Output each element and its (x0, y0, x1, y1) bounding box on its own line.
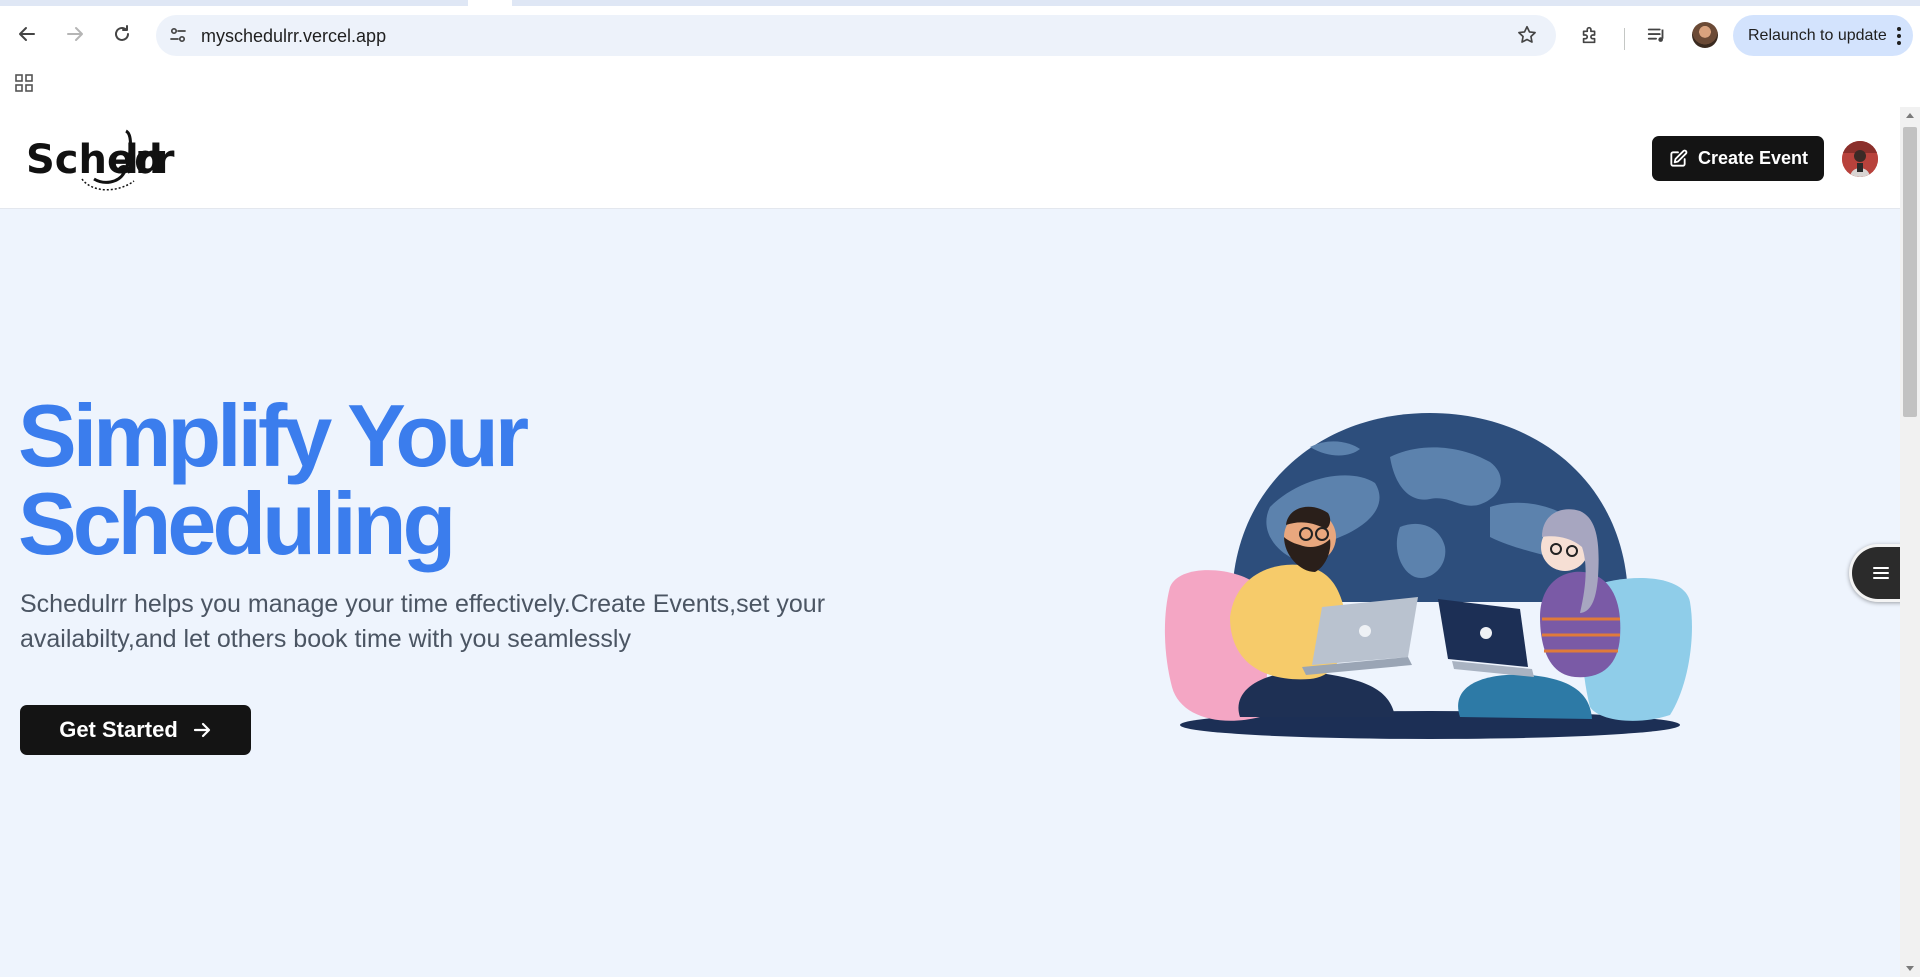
media-control-icon[interactable] (1645, 23, 1669, 47)
get-started-button[interactable]: Get Started (20, 705, 251, 755)
apps-grid-icon[interactable] (14, 73, 34, 93)
url-text[interactable]: myschedulrr.vercel.app (201, 26, 386, 47)
page-scrollbar[interactable] (1900, 107, 1920, 977)
page-viewport: Sched rr l Create Event Simplify Your Sc… (0, 107, 1900, 977)
svg-text:l: l (125, 137, 139, 183)
scroll-down-arrow-icon[interactable] (1906, 966, 1914, 971)
user-avatar[interactable] (1842, 141, 1878, 177)
address-bar[interactable]: myschedulrr.vercel.app (156, 15, 1556, 56)
arrow-right-icon (193, 722, 210, 738)
site-info-icon[interactable] (166, 23, 190, 47)
bookmarks-bar (0, 65, 1920, 107)
get-started-label: Get Started (59, 717, 178, 742)
create-event-label: Create Event (1697, 148, 1809, 168)
forward-arrow-icon[interactable] (62, 21, 88, 47)
reload-icon[interactable] (109, 21, 135, 47)
extensions-icon[interactable] (1578, 23, 1602, 47)
relaunch-label: Relaunch to update (1748, 26, 1887, 44)
edit-square-icon (1670, 149, 1688, 167)
site-header: Sched rr l Create Event (0, 107, 1900, 209)
profile-avatar[interactable] (1692, 22, 1718, 48)
hero-subtitle: Schedulrr helps you manage your time eff… (20, 590, 826, 653)
menu-lines-icon (1872, 567, 1889, 579)
hero-illustration (1164, 413, 1692, 739)
scrollbar-thumb[interactable] (1903, 127, 1917, 417)
create-event-button[interactable]: Create Event (1652, 136, 1824, 181)
browser-toolbar: myschedulrr.vercel.app Relaunch to updat… (0, 6, 1920, 65)
bookmark-star-icon[interactable] (1516, 24, 1538, 46)
hero-title: Simplify Your Scheduling (18, 392, 918, 568)
floating-menu-button[interactable] (1849, 544, 1900, 602)
hero-title-line2: Scheduling (18, 474, 456, 573)
scroll-up-arrow-icon[interactable] (1906, 113, 1914, 118)
hero-title-line1: Simplify Your (18, 386, 529, 485)
svg-text:rr: rr (135, 137, 175, 183)
more-vert-icon[interactable] (1897, 27, 1901, 45)
relaunch-to-update-button[interactable]: Relaunch to update (1733, 15, 1913, 56)
schedulrr-logo[interactable]: Sched rr l (22, 121, 212, 197)
back-arrow-icon[interactable] (14, 21, 40, 47)
toolbar-separator (1624, 28, 1625, 50)
